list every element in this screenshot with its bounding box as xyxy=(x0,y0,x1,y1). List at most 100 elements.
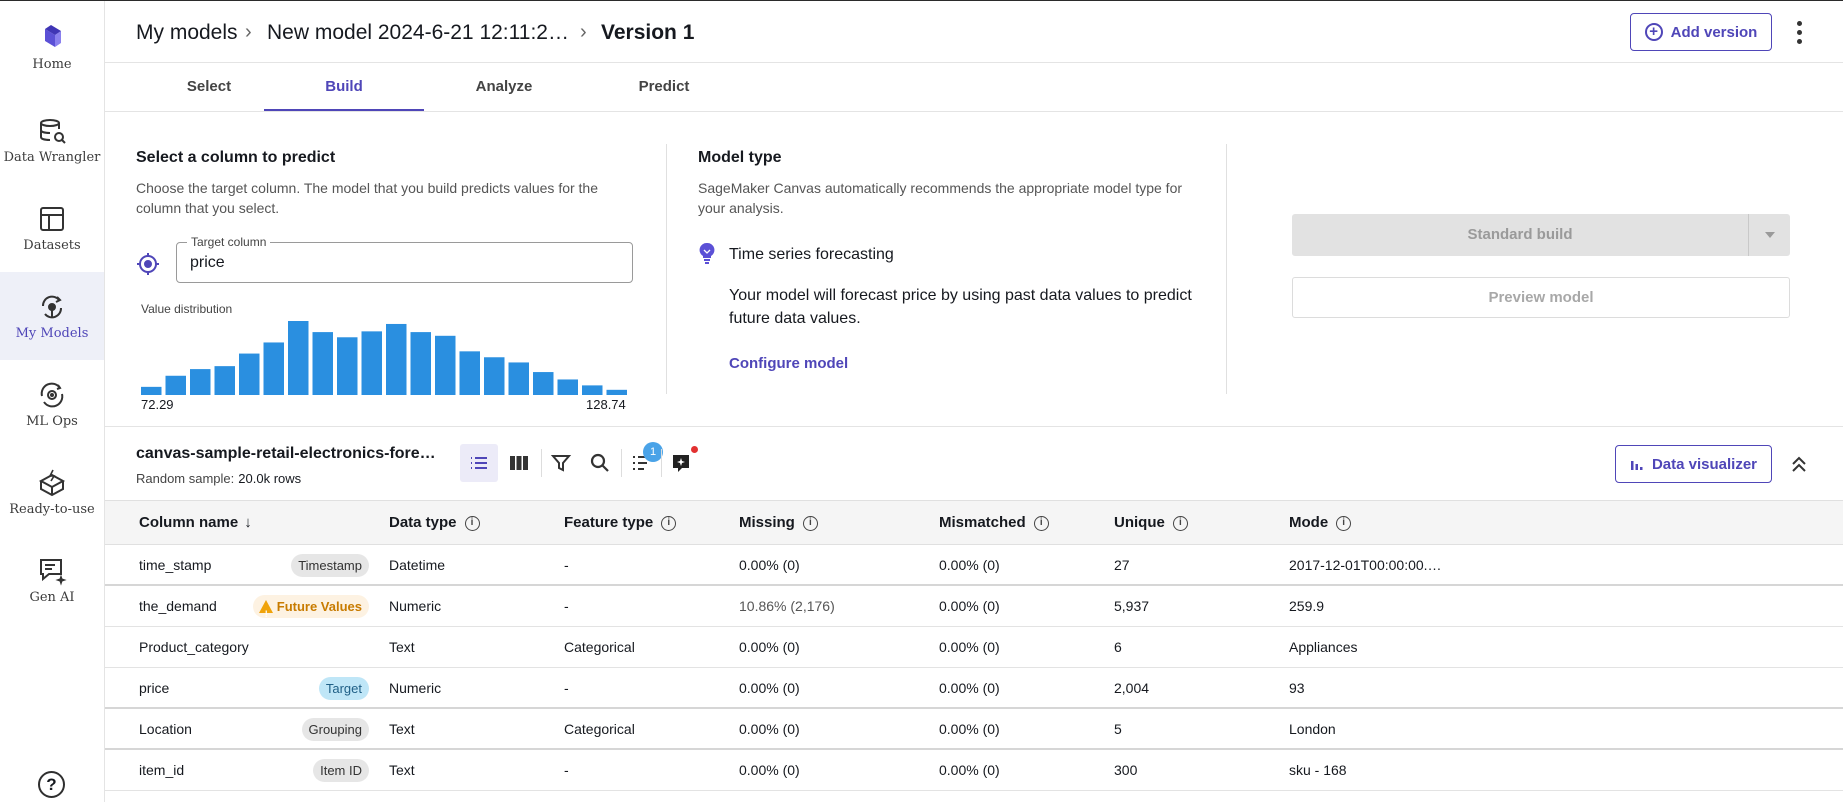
cell-column-name: time_stamp xyxy=(139,557,212,573)
standard-build-split-button[interactable]: Standard build xyxy=(1292,214,1790,256)
target-section-description: Choose the target column. The model that… xyxy=(136,180,599,216)
info-icon[interactable]: i xyxy=(661,515,677,531)
col-header-mode[interactable]: Mode i xyxy=(1289,501,1352,545)
role-chip-item-id: Item ID xyxy=(313,759,369,782)
col-header-data-type[interactable]: Data type i xyxy=(389,501,480,545)
add-version-button[interactable]: + Add version xyxy=(1630,13,1772,51)
nav-label: Datasets xyxy=(23,237,81,253)
role-chip-future-values: ! Future Values xyxy=(252,595,369,619)
canvas-logo-icon xyxy=(45,24,61,47)
list-view-icon[interactable] xyxy=(460,444,498,482)
nav-data-wrangler[interactable]: Data Wrangler xyxy=(0,96,104,184)
histogram-bar xyxy=(508,362,529,395)
info-icon[interactable]: i xyxy=(802,515,818,531)
cell-mismatched: 0.00% (0) xyxy=(939,557,1000,573)
dataset-name: canvas-sample-retail-electronics-fore… xyxy=(136,445,436,462)
sort-count-badge: 1 xyxy=(643,442,663,462)
col-header-unique[interactable]: Unique i xyxy=(1114,501,1188,545)
nav-label: Home xyxy=(32,56,72,72)
info-icon[interactable]: i xyxy=(1172,515,1188,531)
histogram-bar xyxy=(263,342,284,395)
cell-data-type: Text xyxy=(389,762,415,778)
collapse-up-icon[interactable] xyxy=(1791,455,1807,473)
filter-icon[interactable] xyxy=(542,444,580,482)
nav-my-models[interactable]: My Models xyxy=(0,272,104,360)
nav-label: My Models xyxy=(15,325,89,341)
table-row[interactable]: price Target Numeric - 0.00% (0) 0.00% (… xyxy=(105,668,1843,709)
col-header-feature-type[interactable]: Feature type i xyxy=(564,501,677,545)
histogram-bar xyxy=(190,369,211,395)
cell-unique: 300 xyxy=(1114,762,1138,778)
target-column-select[interactable]: Target column price xyxy=(176,235,633,283)
cell-unique: 27 xyxy=(1114,557,1130,573)
more-options-icon[interactable] xyxy=(1797,21,1803,44)
breadcrumb-model[interactable]: New model 2024-6-21 12:11:2… xyxy=(267,21,569,45)
plus-circle-icon: + xyxy=(1644,23,1663,41)
caret-down-icon xyxy=(1764,232,1775,238)
nav-gen-ai[interactable]: Gen AI xyxy=(0,536,104,624)
col-header-missing[interactable]: Missing i xyxy=(739,501,818,545)
cell-mode: 93 xyxy=(1289,680,1305,696)
table-row[interactable]: the_demand ! Future Values Numeric - 10.8… xyxy=(105,586,1843,627)
role-chip-target: Target xyxy=(318,677,369,700)
info-icon[interactable]: i xyxy=(1336,515,1352,531)
info-icon[interactable]: i xyxy=(464,515,480,531)
histogram-bar xyxy=(361,331,382,395)
table-row[interactable]: item_id Item ID Text - 0.00% (0) 0.00% (… xyxy=(105,750,1843,791)
cell-mismatched: 0.00% (0) xyxy=(939,721,1000,737)
add-version-label: Add version xyxy=(1670,23,1758,41)
histogram-bar xyxy=(165,375,186,395)
nav-home[interactable]: Home xyxy=(0,3,104,91)
col-header-mismatched[interactable]: Mismatched i xyxy=(939,501,1049,545)
cell-data-type: Datetime xyxy=(389,557,446,573)
search-icon[interactable] xyxy=(581,444,619,482)
table-row[interactable]: Location Grouping Text Categorical 0.00%… xyxy=(105,709,1843,750)
tab-analyze[interactable]: Analyze xyxy=(424,63,584,111)
table-row[interactable]: time_stamp Timestamp Datetime - 0.00% (0… xyxy=(105,545,1843,586)
cell-unique: 2,004 xyxy=(1114,680,1150,696)
col-header-name[interactable]: Column name ↓ xyxy=(139,501,252,545)
histogram-bar xyxy=(557,379,578,395)
build-tabs: Select Build Analyze Predict xyxy=(105,63,1843,112)
histogram-bar xyxy=(484,357,505,395)
cell-missing: 0.00% (0) xyxy=(739,721,800,737)
sample-value[interactable]: 20.0k rows xyxy=(238,471,301,486)
bar-chart-icon xyxy=(1630,461,1643,470)
configure-model-link[interactable]: Configure model xyxy=(729,355,848,372)
preview-model-button[interactable]: Preview model xyxy=(1292,277,1790,318)
build-options-dropdown[interactable] xyxy=(1748,214,1790,256)
histogram-bar xyxy=(386,323,407,395)
cell-column-name: the_demand xyxy=(139,598,217,614)
histogram-bar xyxy=(337,337,358,395)
nav-datasets[interactable]: Datasets xyxy=(0,184,104,272)
cell-mismatched: 0.00% (0) xyxy=(939,680,1000,696)
cell-missing: 10.86% (2,176) xyxy=(739,598,835,614)
model-type-name: Time series forecasting xyxy=(729,246,894,263)
tab-build[interactable]: Build xyxy=(264,63,424,111)
grid-view-icon[interactable] xyxy=(500,444,538,482)
cell-unique: 5 xyxy=(1114,721,1122,737)
nav-ready-to-use[interactable]: Ready-to-use xyxy=(0,448,104,536)
distribution-max: 128.74 xyxy=(586,397,626,412)
col-header-label: Mode xyxy=(1289,514,1329,531)
my-models-icon xyxy=(41,295,63,318)
ml-ops-icon xyxy=(40,382,64,407)
table-row[interactable]: Product_category Text Categorical 0.00% … xyxy=(105,627,1843,668)
cell-column-name: price xyxy=(139,680,170,696)
sample-info: Random sample: 20.0k rows xyxy=(136,471,301,486)
data-visualizer-button[interactable]: Data visualizer xyxy=(1615,445,1772,483)
cell-missing: 0.00% (0) xyxy=(739,557,800,573)
chip-label: Future Values xyxy=(276,599,362,614)
tab-predict[interactable]: Predict xyxy=(584,63,744,111)
col-header-label: Unique xyxy=(1114,514,1165,531)
dataset-toolbar: canvas-sample-retail-electronics-fore… R… xyxy=(105,426,1843,500)
help-icon[interactable]: ? xyxy=(38,771,65,798)
target-section-title: Select a column to predict xyxy=(136,149,336,166)
histogram-bar xyxy=(141,386,162,395)
nav-label: Ready-to-use xyxy=(9,501,95,517)
standard-build-button[interactable]: Standard build xyxy=(1292,214,1748,256)
nav-ml-ops[interactable]: ML Ops xyxy=(0,360,104,448)
cell-mode: sku - 168 xyxy=(1289,762,1347,778)
breadcrumb-my-models[interactable]: My models xyxy=(136,21,238,45)
info-icon[interactable]: i xyxy=(1033,515,1049,531)
